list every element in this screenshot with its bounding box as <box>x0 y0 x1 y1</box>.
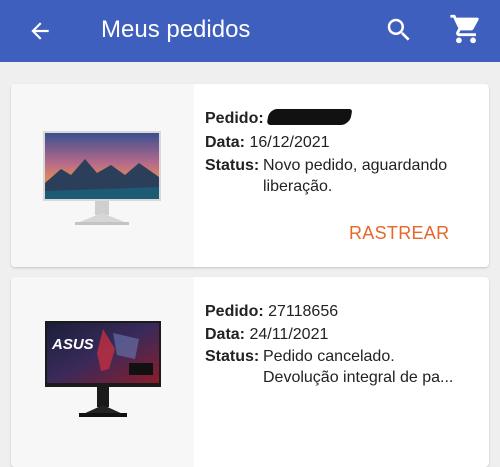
order-number-row: Pedido: 27118656 <box>205 301 338 322</box>
order-card[interactable]: ASUS Pedido: 27118656 Data: 24/11/2021 S… <box>11 277 489 467</box>
status-line-2: Devolução integral de pa... <box>263 369 454 386</box>
order-date-label: Data: <box>205 134 246 151</box>
search-icon <box>387 18 410 41</box>
order-number-label: Pedido: <box>205 303 264 320</box>
order-date-row: Data: 24/11/2021 <box>205 324 328 345</box>
order-status-value: Pedido cancelado. Devolução integral de … <box>263 346 478 388</box>
order-date-value: 24/11/2021 <box>249 326 329 343</box>
order-card[interactable]: Pedido: Data: 16/12/2021 Status: Novo pe… <box>11 84 489 267</box>
status-line-1: Novo pedido, aguardando <box>263 157 448 174</box>
order-number-label: Pedido: <box>205 110 264 127</box>
order-number-row: Pedido: <box>205 108 353 129</box>
order-date-row: Data: 16/12/2021 <box>205 132 330 153</box>
cart-icon <box>450 14 479 44</box>
order-status-label: Status: <box>205 157 260 174</box>
back-button[interactable] <box>20 11 60 51</box>
order-date-value: 16/12/2021 <box>249 134 330 151</box>
redacted-order-number <box>266 109 353 125</box>
order-status-label: Status: <box>205 348 260 365</box>
product-thumbnail: ASUS <box>11 277 194 467</box>
status-line-1: Pedido cancelado. <box>263 348 395 365</box>
order-number-value: 27118656 <box>268 303 339 320</box>
brand-text: ASUS <box>51 336 94 353</box>
asus-monitor-image: ASUS <box>45 321 161 417</box>
arrow-left-icon <box>31 22 49 40</box>
product-thumbnail <box>11 84 194 267</box>
order-status-value: Novo pedido, aguardando liberação. <box>263 155 478 197</box>
search-button[interactable] <box>380 11 418 49</box>
app-bar: Meus pedidos <box>0 0 500 62</box>
track-order-button[interactable]: RASTREAR <box>349 223 449 244</box>
order-date-label: Data: <box>205 326 246 343</box>
status-line-2: liberação. <box>263 178 333 195</box>
page-title: Meus pedidos <box>101 16 251 43</box>
lg-monitor-image <box>43 131 161 225</box>
cart-button[interactable] <box>446 9 486 49</box>
